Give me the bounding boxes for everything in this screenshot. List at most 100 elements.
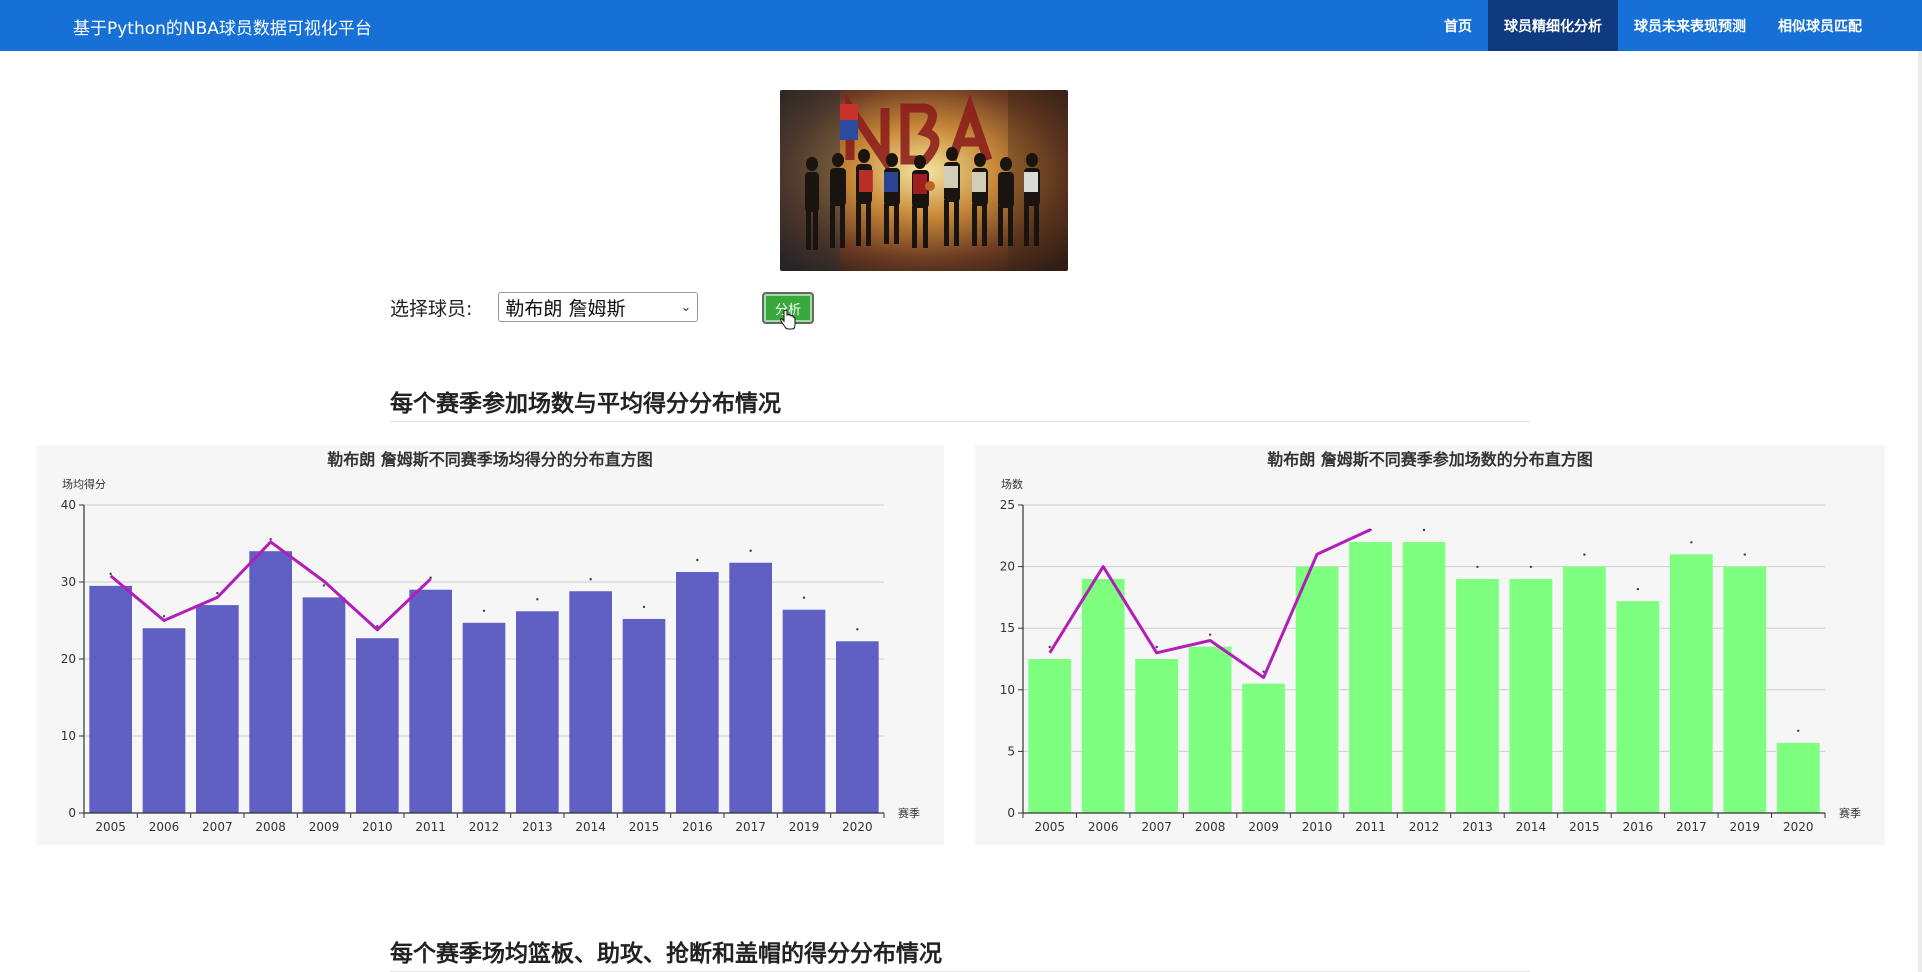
bar-label-dot: [1797, 730, 1799, 732]
player-select-label: 选择球员:: [390, 294, 472, 321]
bar: [676, 572, 719, 813]
x-tick-label: 2005: [1034, 820, 1065, 834]
bar-label-dot: [269, 538, 271, 540]
bar: [1028, 659, 1071, 813]
y-tick-label: 0: [68, 806, 76, 820]
x-tick-label: 2017: [1676, 820, 1707, 834]
bar: [463, 623, 506, 813]
x-tick-label: 2013: [1462, 820, 1493, 834]
player-select-value: 勒布朗 詹姆斯: [505, 294, 625, 321]
bar: [89, 586, 132, 813]
y-tick-label: 40: [61, 498, 76, 512]
bar: [729, 563, 772, 813]
bar: [303, 597, 346, 813]
bar-label-dot: [803, 597, 805, 599]
bar: [1242, 684, 1285, 813]
bar: [1510, 579, 1553, 813]
y-tick-label: 0: [1007, 806, 1015, 820]
chart-games-panel: 勒布朗 詹姆斯不同赛季参加场数的分布直方图场数05101520252005200…: [975, 445, 1885, 845]
bar-label-dot: [749, 550, 751, 552]
x-tick-label: 2020: [842, 820, 873, 834]
x-tick-label: 2009: [309, 820, 340, 834]
bar-label-dot: [536, 598, 538, 600]
bar-label-dot: [1530, 566, 1532, 568]
bar-label-dot: [1583, 553, 1585, 555]
x-tick-label: 2013: [522, 820, 553, 834]
bar: [1616, 601, 1659, 813]
x-tick-label: 2010: [1302, 820, 1333, 834]
bar: [1082, 579, 1125, 813]
nav-item-3[interactable]: 相似球员匹配: [1762, 0, 1878, 51]
x-tick-label: 2006: [1088, 820, 1119, 834]
scrollbar-track[interactable]: [1918, 51, 1922, 972]
x-tick-label: 2016: [682, 820, 713, 834]
x-axis-name: 赛季: [1839, 806, 1861, 820]
bar-label-dot: [589, 578, 591, 580]
bar: [1349, 542, 1392, 813]
bar: [1563, 567, 1606, 813]
y-tick-label: 15: [1000, 621, 1015, 635]
chart-games: 勒布朗 詹姆斯不同赛季参加场数的分布直方图场数05101520252005200…: [975, 445, 1885, 845]
x-tick-label: 2015: [1569, 820, 1600, 834]
x-tick-label: 2015: [629, 820, 660, 834]
bar-label-dot: [1637, 588, 1639, 590]
bar-label-dot: [856, 628, 858, 630]
bar-label-dot: [323, 584, 325, 586]
x-tick-label: 2016: [1623, 820, 1654, 834]
bar-label-dot: [1209, 633, 1211, 635]
x-tick-label: 2008: [255, 820, 286, 834]
y-axis-name: 场均得分: [62, 477, 106, 491]
bar: [1135, 659, 1178, 813]
bar-label-dot: [1423, 529, 1425, 531]
bar-label-dot: [1049, 646, 1051, 648]
chart-points: 勒布朗 詹姆斯不同赛季场均得分的分布直方图场均得分010203040200520…: [36, 445, 944, 845]
bar-label-dot: [1476, 566, 1478, 568]
x-tick-label: 2007: [202, 820, 233, 834]
y-tick-label: 10: [1000, 683, 1015, 697]
x-tick-label: 2007: [1141, 820, 1172, 834]
x-tick-label: 2020: [1783, 820, 1814, 834]
x-tick-label: 2014: [575, 820, 606, 834]
site-title[interactable]: 基于Python的NBA球员数据可视化平台: [73, 14, 372, 39]
pointer-hand-icon: [779, 310, 797, 330]
bar: [1777, 743, 1820, 813]
bar: [1189, 647, 1232, 813]
y-tick-label: 10: [61, 729, 76, 743]
chart-title: 勒布朗 詹姆斯不同赛季场均得分的分布直方图: [327, 450, 653, 469]
bar: [409, 590, 452, 813]
x-tick-label: 2009: [1248, 820, 1279, 834]
x-tick-label: 2010: [362, 820, 393, 834]
x-tick-label: 2012: [1409, 820, 1440, 834]
nav-item-2[interactable]: 球员未来表现预测: [1618, 0, 1762, 51]
bar: [783, 610, 826, 813]
bar: [1403, 542, 1446, 813]
x-tick-label: 2019: [789, 820, 820, 834]
x-tick-label: 2008: [1195, 820, 1226, 834]
chart-points-panel: 勒布朗 詹姆斯不同赛季场均得分的分布直方图场均得分010203040200520…: [36, 445, 944, 845]
bar-label-dot: [1690, 541, 1692, 543]
chevron-down-icon: ⌄: [681, 300, 692, 315]
bar: [356, 638, 399, 813]
bar-label-dot: [1155, 646, 1157, 648]
bar: [623, 619, 666, 813]
nba-banner-image: [780, 90, 1068, 271]
y-tick-label: 25: [1000, 498, 1015, 512]
y-tick-label: 20: [61, 652, 76, 666]
bar: [569, 591, 612, 813]
player-selector-row: 选择球员: 勒布朗 詹姆斯 ⌄: [390, 290, 698, 324]
bar-label-dot: [696, 559, 698, 561]
y-tick-label: 5: [1007, 744, 1015, 758]
player-select[interactable]: 勒布朗 詹姆斯 ⌄: [498, 292, 698, 322]
x-tick-label: 2011: [1355, 820, 1386, 834]
x-tick-label: 2019: [1730, 820, 1761, 834]
bar-label-dot: [1744, 553, 1746, 555]
bar: [249, 551, 292, 813]
y-tick-label: 20: [1000, 560, 1015, 574]
bar-label-dot: [163, 615, 165, 617]
bar: [1670, 554, 1713, 813]
bar-label-dot: [483, 610, 485, 612]
nav-item-1[interactable]: 球员精细化分析: [1488, 0, 1618, 51]
nav-item-0[interactable]: 首页: [1428, 0, 1488, 51]
chart-title: 勒布朗 詹姆斯不同赛季参加场数的分布直方图: [1267, 450, 1593, 469]
bar: [1456, 579, 1499, 813]
